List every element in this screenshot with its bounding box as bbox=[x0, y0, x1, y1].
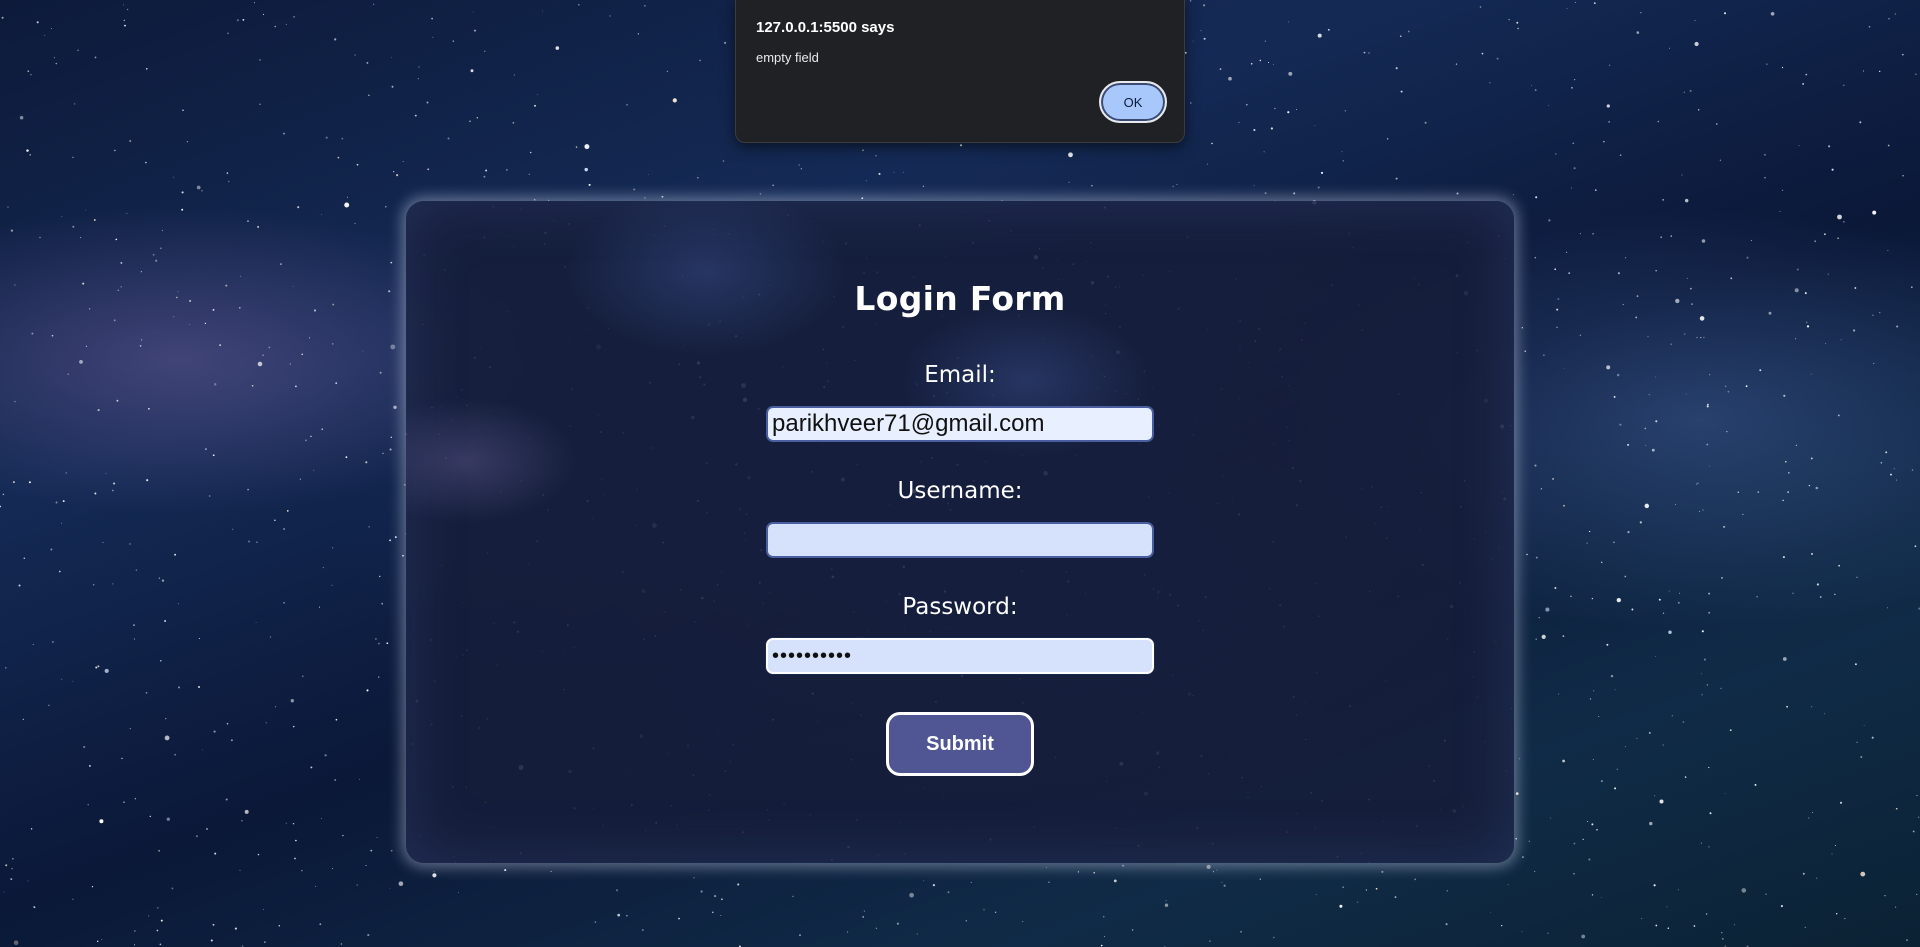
login-form: Login Form Email: parikhveer71@gmail.com… bbox=[406, 201, 1514, 863]
alert-dialog: 127.0.0.1:5500 says empty field OK bbox=[735, 0, 1185, 143]
dialog-message: empty field bbox=[756, 50, 819, 65]
password-input[interactable]: •••••••••• bbox=[766, 638, 1154, 674]
username-label: Username: bbox=[897, 478, 1023, 504]
page-background: Login Form Email: parikhveer71@gmail.com… bbox=[0, 0, 1920, 947]
username-input[interactable] bbox=[766, 522, 1154, 558]
form-title: Login Form bbox=[854, 279, 1066, 318]
submit-button[interactable]: Submit bbox=[886, 712, 1034, 776]
email-label: Email: bbox=[924, 362, 996, 388]
dialog-title: 127.0.0.1:5500 says bbox=[756, 19, 895, 36]
password-label: Password: bbox=[902, 594, 1018, 620]
login-card: Login Form Email: parikhveer71@gmail.com… bbox=[406, 201, 1514, 863]
email-input[interactable]: parikhveer71@gmail.com bbox=[766, 406, 1154, 442]
ok-button[interactable]: OK bbox=[1099, 81, 1167, 123]
